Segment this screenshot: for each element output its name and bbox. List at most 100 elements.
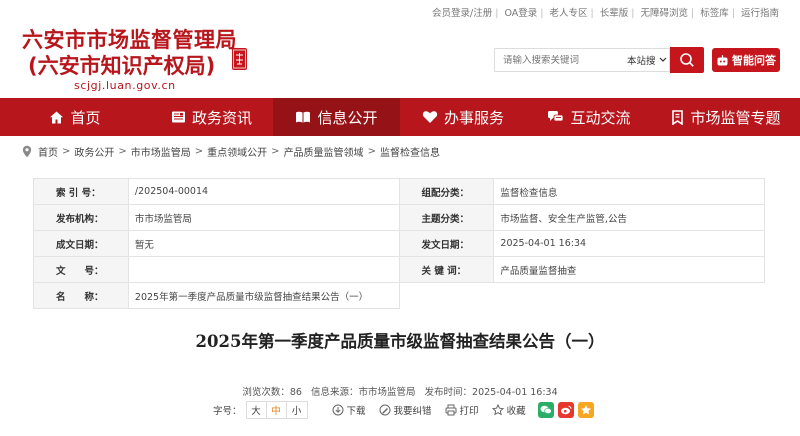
heart-icon — [422, 111, 438, 123]
org-name-alt: (六安市知识产权局) — [28, 54, 216, 78]
doc-number-value — [127, 256, 400, 283]
breadcrumb-quality-area[interactable]: 产品质量监管领域 — [284, 144, 364, 159]
nav-item-interaction[interactable]: 互动交流 — [526, 98, 652, 136]
home-icon — [50, 111, 64, 123]
breadcrumb-inspection[interactable]: 监督检查信息 — [380, 144, 440, 159]
search-button[interactable] — [670, 47, 704, 73]
wechat-icon — [540, 405, 552, 415]
seal-icon — [232, 48, 247, 70]
bookmark-icon — [672, 109, 684, 125]
print-icon — [445, 404, 457, 416]
smart-qa-label: 智能问答 — [732, 54, 776, 67]
favorite-button[interactable]: 收藏 — [491, 403, 526, 417]
nav-item-label: 互动交流 — [570, 108, 631, 127]
nav-item-label: 首页 — [70, 108, 101, 127]
smart-qa-button[interactable]: 智能问答 — [712, 48, 780, 72]
table-row: 发布机构： 市市场监管局 主题分类： 市场监督、安全生产监管,公告 — [33, 204, 765, 231]
run-guide-link[interactable]: 运行指南 — [741, 8, 779, 19]
nav-item-news[interactable]: 政务资讯 — [150, 98, 273, 136]
keywords-label: 关 键 词： — [398, 256, 495, 283]
oa-login-link[interactable]: OA登录 — [504, 8, 537, 19]
publish-time: 发布时间：2025-04-01 16:34 — [424, 387, 558, 398]
book-icon — [296, 111, 311, 123]
accessibility-link[interactable]: 无障碍浏览 — [640, 8, 688, 19]
info-source: 信息来源：市市场监管局 — [310, 387, 416, 398]
nav-item-label: 市场监管专题 — [690, 108, 781, 127]
font-size-selector: 大 中 小 — [245, 401, 308, 419]
robot-icon — [717, 54, 728, 65]
nav-item-info-disclosure[interactable]: 信息公开 — [273, 98, 400, 136]
table-row: 文 号： 关 键 词： 产品质量监督抽查 — [33, 256, 765, 283]
breadcrumb-bureau[interactable]: 市市场监管局 — [131, 144, 191, 159]
chevron-down-icon — [659, 57, 666, 62]
tag-library-link[interactable]: 标签库 — [700, 8, 729, 19]
created-date-label: 成文日期： — [33, 230, 129, 257]
breadcrumb: 首页 > 政务公开 > 市市场监管局 > 重点领域公开 > 产品质量监管领域 > 监督检查… — [22, 144, 440, 159]
topic-value: 市场监督、安全生产监管,公告 — [493, 204, 765, 231]
table-row: 成文日期： 暂无 发文日期： 2025-04-01 16:34 — [33, 230, 765, 257]
qzone-star-icon — [580, 405, 591, 415]
site-header: 会员登录/注册 | OA登录 | 老人专区 | 长辈版 | 无障碍浏览 | 标签库 | 运行… — [0, 0, 800, 98]
search-box: 本站搜 — [494, 48, 670, 72]
publisher-value: 市市场监管局 — [127, 204, 400, 231]
keywords-value: 产品质量监督抽查 — [493, 256, 765, 283]
location-pin-icon — [22, 145, 32, 158]
table-row: 名 称： 2025年第一季度产品质量市级监督抽查结果公告（一） — [33, 282, 765, 309]
doc-number-label: 文 号： — [33, 256, 129, 283]
view-count: 浏览次数：86 — [242, 387, 302, 398]
print-label: 打印 — [459, 406, 479, 417]
wechat-share-button[interactable] — [537, 402, 554, 418]
chat-icon — [548, 111, 564, 122]
table-row: 索 引 号： /202504-00014 组配分类： 监督检查信息 — [33, 178, 765, 205]
correct-error-button[interactable]: 我要纠错 — [379, 403, 432, 417]
main-nav: 首页 政务资讯 信息公开 办事服务 互动交流 市场监管专题 — [0, 98, 800, 136]
category-value: 监督检查信息 — [493, 178, 765, 205]
published-date-label: 发文日期： — [398, 230, 495, 257]
search-input[interactable] — [503, 54, 615, 66]
top-links: 会员登录/注册 | OA登录 | 老人专区 | 长辈版 | 无障碍浏览 | 标签库 | 运行… — [432, 8, 779, 19]
breadcrumb-gov-affairs[interactable]: 政务公开 — [74, 144, 114, 159]
article-toolbar: 字号： 大 中 小 下载 我要纠错 打印 收藏 — [213, 401, 594, 419]
index-value: /202504-00014 — [127, 178, 400, 205]
published-date-value: 2025-04-01 16:34 — [493, 230, 765, 257]
index-label: 索 引 号： — [33, 178, 129, 205]
font-large-button[interactable]: 大 — [247, 402, 267, 418]
elder-version-link[interactable]: 长辈版 — [600, 8, 629, 19]
search-scope-select[interactable]: 本站搜 — [627, 53, 667, 67]
weibo-share-button[interactable] — [557, 402, 574, 418]
article-meta: 浏览次数：86 信息来源：市市场监管局 发布时间：2025-04-01 16:3… — [0, 384, 800, 398]
favorite-label: 收藏 — [506, 406, 526, 417]
nav-item-services[interactable]: 办事服务 — [400, 98, 526, 136]
download-button[interactable]: 下载 — [332, 403, 366, 417]
breadcrumb-home[interactable]: 首页 — [38, 144, 58, 159]
star-icon — [491, 404, 504, 416]
font-size-label: 字号： — [213, 406, 242, 417]
nav-item-label: 信息公开 — [317, 108, 378, 127]
empty-cell — [399, 282, 765, 309]
site-domain: scjgj.luan.gov.cn — [74, 79, 176, 92]
nav-item-market-topics[interactable]: 市场监管专题 — [652, 98, 800, 136]
nav-item-home[interactable]: 首页 — [0, 98, 150, 136]
search-scope-label: 本站搜 — [627, 56, 656, 67]
nav-item-label: 政务资讯 — [191, 108, 252, 127]
name-value: 2025年第一季度产品质量市级监督抽查结果公告（一） — [127, 282, 400, 309]
name-label: 名 称： — [33, 282, 129, 309]
news-icon — [171, 111, 185, 123]
article-title: 2025年第一季度产品质量市级监督抽查结果公告（一） — [195, 332, 605, 351]
elderly-zone-link[interactable]: 老人专区 — [549, 8, 587, 19]
qzone-share-button[interactable] — [577, 402, 594, 418]
weibo-icon — [560, 405, 572, 415]
breadcrumb-key-areas[interactable]: 重点领域公开 — [207, 144, 267, 159]
nav-item-label: 办事服务 — [443, 108, 504, 127]
font-small-button[interactable]: 小 — [287, 402, 307, 418]
publisher-label: 发布机构： — [33, 204, 129, 231]
login-link[interactable]: 会员登录/注册 — [432, 8, 492, 19]
print-button[interactable]: 打印 — [445, 403, 479, 417]
correct-error-label: 我要纠错 — [393, 406, 432, 417]
search-icon — [680, 53, 694, 67]
font-medium-button[interactable]: 中 — [267, 402, 287, 418]
correction-icon — [379, 404, 391, 416]
created-date-value: 暂无 — [127, 230, 400, 257]
share-buttons — [537, 402, 594, 418]
category-label: 组配分类： — [398, 178, 495, 205]
